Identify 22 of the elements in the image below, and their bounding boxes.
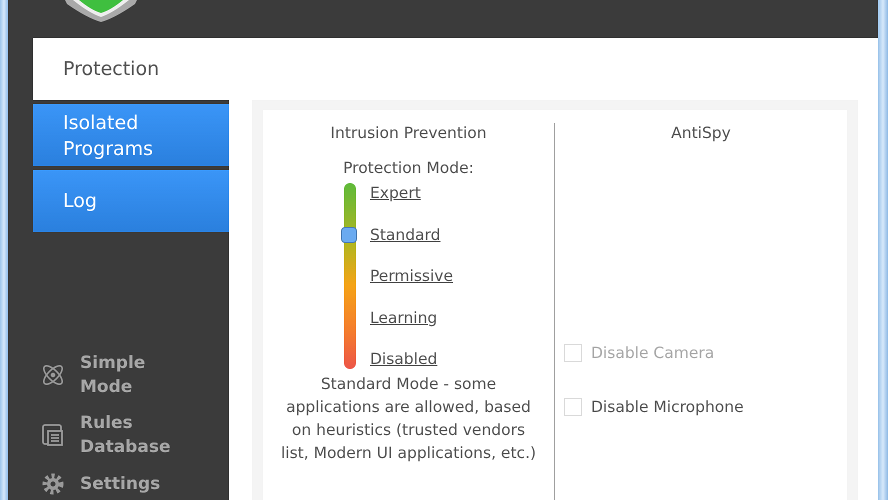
mode-description: Standard Mode - some applications are allowed, based on heuristics (trusted vendors list, Modern UI applications, etc.)	[280, 374, 538, 464]
section-title: AntiSpy	[671, 124, 731, 142]
shield-logo	[65, 0, 137, 22]
atom-icon	[40, 362, 66, 388]
mode-link[interactable]: Disabled	[370, 349, 453, 369]
mode-link[interactable]: Permissive	[370, 266, 453, 286]
slider-thumb[interactable]	[340, 226, 357, 242]
sidebar-link[interactable]: Settings	[33, 470, 229, 498]
sidebar-link[interactable]: Rules Database	[33, 410, 229, 460]
sidebar-link[interactable]: Simple Mode	[33, 350, 229, 400]
protection-slider[interactable]	[344, 183, 356, 369]
section-title: Intrusion Prevention	[330, 124, 487, 142]
sidebar-tab[interactable]: Isolated Programs	[33, 104, 229, 166]
mode-link[interactable]: Standard	[370, 224, 453, 244]
mode-link[interactable]: Learning	[370, 308, 453, 328]
settings-icon	[40, 471, 66, 497]
mode-link[interactable]: Expert	[370, 183, 453, 203]
checkbox-option[interactable]: Disable Microphone	[564, 398, 847, 416]
page-title: Protection	[63, 58, 160, 80]
document-stack-icon	[40, 422, 66, 448]
slider-label: Protection Mode:	[343, 159, 474, 177]
sidebar-tab[interactable]: Log	[33, 170, 229, 232]
